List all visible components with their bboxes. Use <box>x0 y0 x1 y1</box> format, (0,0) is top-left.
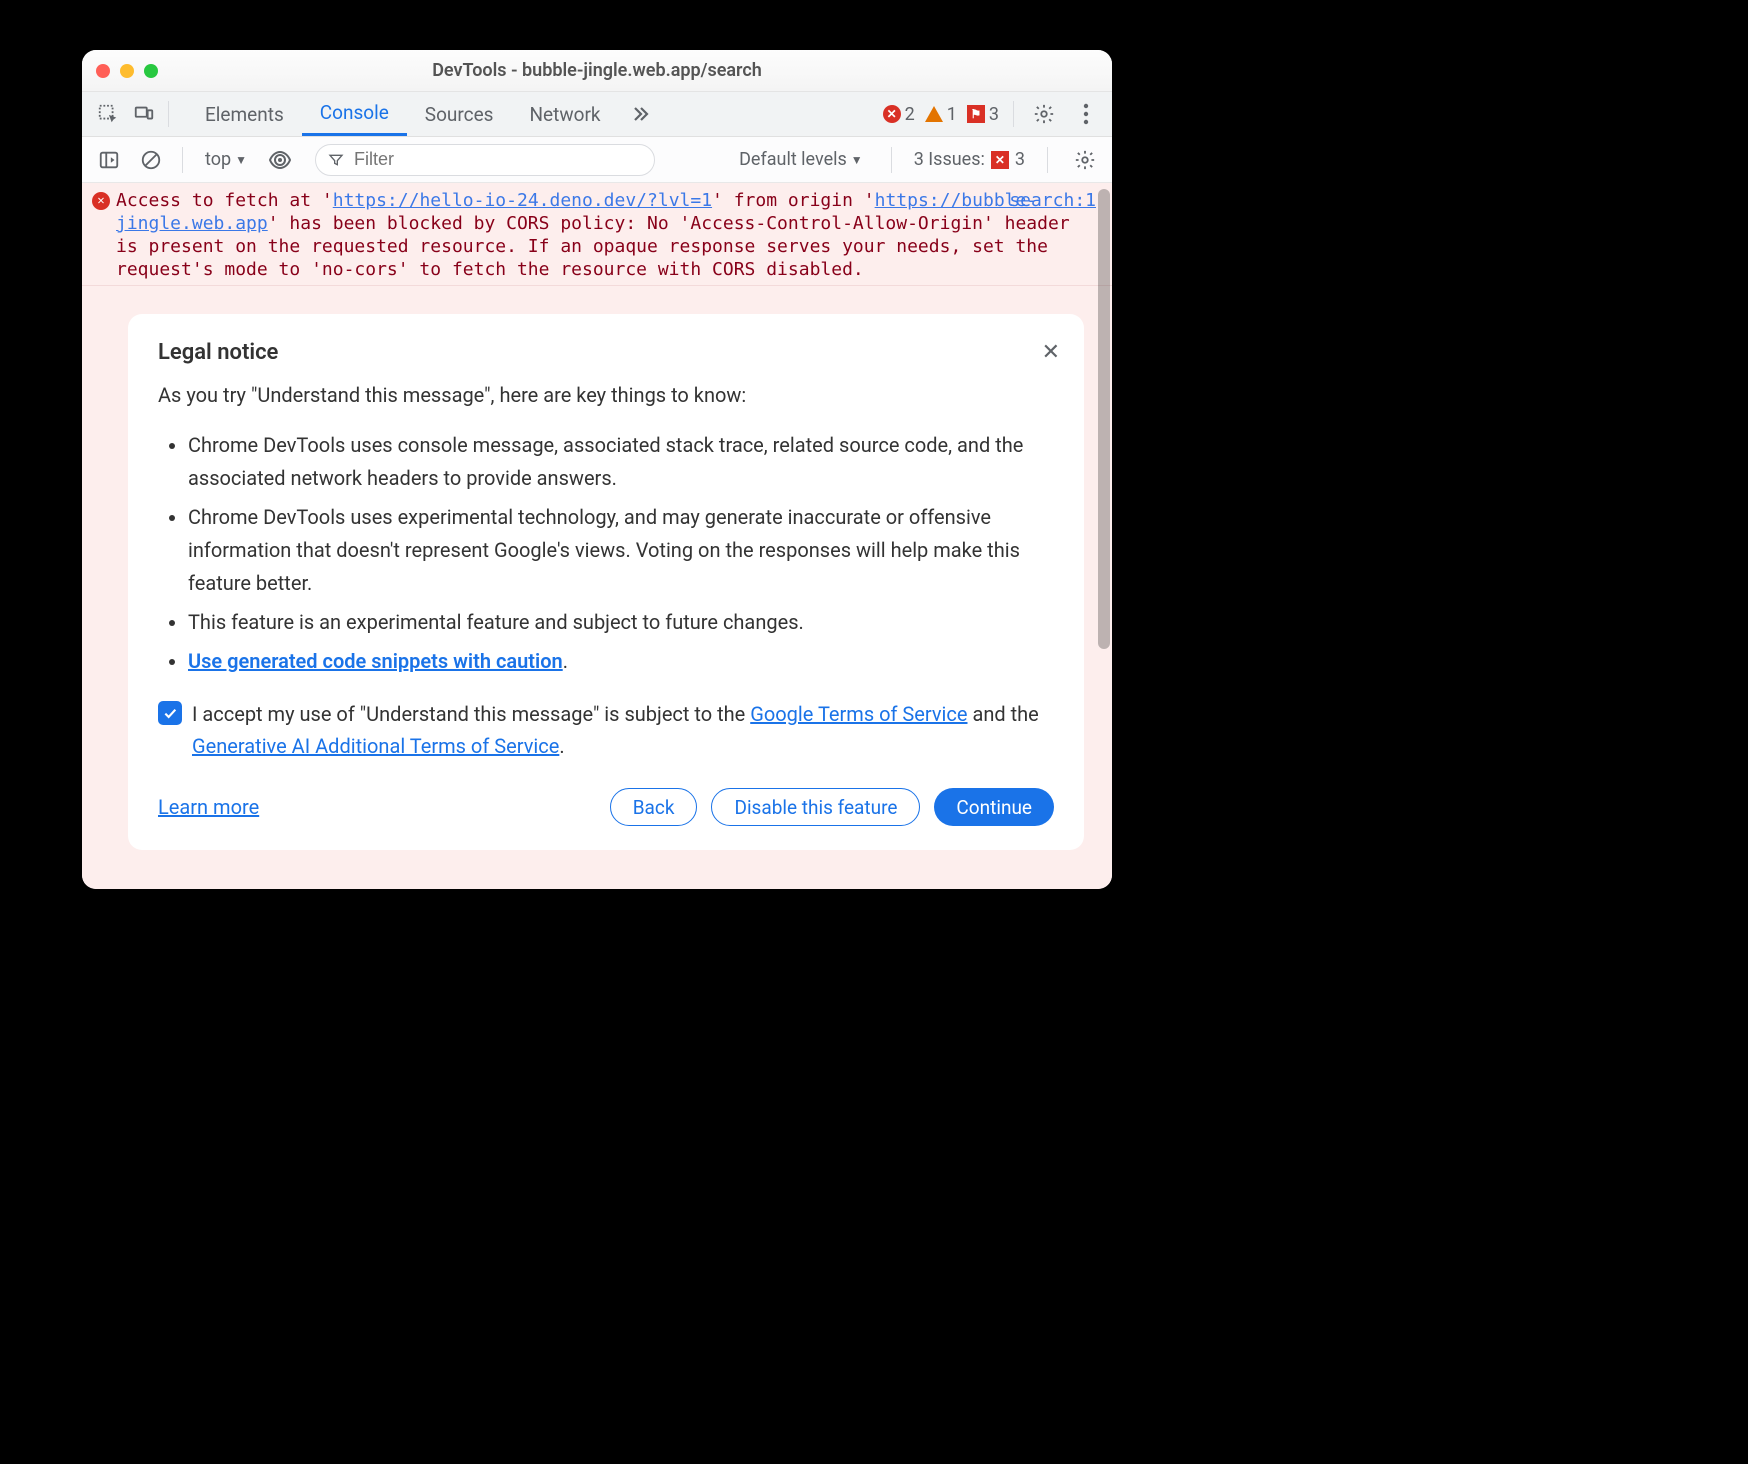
accept-text: I accept my use of "Understand this mess… <box>192 698 1054 762</box>
devtools-window: DevTools - bubble-jingle.web.app/search … <box>82 50 1112 889</box>
source-link[interactable]: search:1 <box>1009 189 1096 212</box>
notice-list: Chrome DevTools uses console message, as… <box>168 429 1054 678</box>
message-link-1[interactable]: https://hello-io-24.deno.dev/?lvl=1 <box>333 190 712 211</box>
close-icon[interactable]: ✕ <box>1042 340 1060 365</box>
close-window[interactable] <box>96 64 110 78</box>
titlebar: DevTools - bubble-jingle.web.app/search <box>82 50 1112 92</box>
warning-count[interactable]: 1 <box>925 104 957 125</box>
context-selector[interactable]: top▼ <box>199 149 253 170</box>
genai-tos-link[interactable]: Generative AI Additional Terms of Servic… <box>192 734 559 758</box>
legal-notice-card: ✕ Legal notice As you try "Understand th… <box>128 314 1084 850</box>
list-item: Use generated code snippets with caution… <box>188 645 1054 678</box>
tab-console[interactable]: Console <box>302 92 407 136</box>
console-toolbar: top▼ Default levels▼ 3 Issues:✕3 <box>82 137 1112 183</box>
filter-icon <box>328 152 344 168</box>
sidebar-toggle-icon[interactable] <box>94 145 124 175</box>
tab-sources[interactable]: Sources <box>407 92 512 136</box>
list-item: This feature is an experimental feature … <box>188 606 1054 639</box>
card-title: Legal notice <box>158 340 1054 365</box>
settings-icon[interactable] <box>1028 98 1060 130</box>
console-settings-icon[interactable] <box>1070 145 1100 175</box>
panel-tabs: Elements Console Sources Network <box>187 92 663 136</box>
clear-console-icon[interactable] <box>136 145 166 175</box>
device-toggle-icon[interactable] <box>128 98 160 130</box>
caution-link[interactable]: Use generated code snippets with caution <box>188 649 563 673</box>
list-item: Chrome DevTools uses console message, as… <box>188 429 1054 495</box>
card-footer: Learn more Back Disable this feature Con… <box>158 788 1054 826</box>
tab-elements[interactable]: Elements <box>187 92 302 136</box>
live-expression-icon[interactable] <box>265 145 295 175</box>
continue-button[interactable]: Continue <box>934 788 1054 826</box>
filter-input[interactable] <box>315 144 655 176</box>
minimize-window[interactable] <box>120 64 134 78</box>
learn-more-link[interactable]: Learn more <box>158 795 259 819</box>
scrollbar[interactable] <box>1098 189 1110 649</box>
issues-link[interactable]: 3 Issues:✕3 <box>914 149 1025 170</box>
inspect-icon[interactable] <box>92 98 124 130</box>
window-controls <box>96 64 158 78</box>
kebab-icon[interactable] <box>1070 98 1102 130</box>
hidden-count[interactable]: ⚑3 <box>967 104 999 125</box>
console-body: ✕ Access to fetch at 'https://hello-io-2… <box>82 183 1112 889</box>
main-toolbar: Elements Console Sources Network ✕2 1 ⚑3 <box>82 92 1112 137</box>
message-text: Access to fetch at 'https://hello-io-24.… <box>116 189 1098 281</box>
tab-network[interactable]: Network <box>511 92 618 136</box>
tabs-overflow-icon[interactable] <box>619 92 663 136</box>
window-title: DevTools - bubble-jingle.web.app/search <box>432 60 762 81</box>
card-intro: As you try "Understand this message", he… <box>158 383 1054 407</box>
console-error-message[interactable]: ✕ Access to fetch at 'https://hello-io-2… <box>82 183 1112 286</box>
back-button[interactable]: Back <box>610 788 698 826</box>
accept-checkbox[interactable] <box>158 701 182 725</box>
accept-row: I accept my use of "Understand this mess… <box>158 698 1054 762</box>
tos-link[interactable]: Google Terms of Service <box>750 702 967 726</box>
error-icon: ✕ <box>92 192 110 210</box>
error-count[interactable]: ✕2 <box>883 104 915 125</box>
zoom-window[interactable] <box>144 64 158 78</box>
disable-feature-button[interactable]: Disable this feature <box>711 788 920 826</box>
list-item: Chrome DevTools uses experimental techno… <box>188 501 1054 600</box>
log-levels-selector[interactable]: Default levels▼ <box>733 149 869 170</box>
